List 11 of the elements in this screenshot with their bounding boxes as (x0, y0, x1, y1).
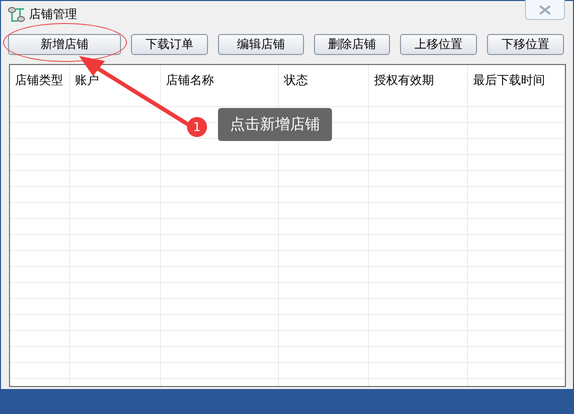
close-icon (539, 4, 551, 14)
toolbar-button[interactable]: 下载订单 (131, 34, 208, 54)
app-icon (8, 6, 26, 24)
window-title: 店铺管理 (29, 6, 77, 23)
close-button[interactable] (525, 0, 565, 20)
toolbar-button[interactable]: 编辑店铺 (218, 34, 304, 54)
toolbar-button[interactable]: 上移位置 (400, 34, 477, 54)
toolbar-button[interactable]: 下移位置 (487, 34, 564, 54)
toolbar-button[interactable]: 新增店铺 (8, 34, 121, 54)
callout-tooltip: 点击新增店铺 (218, 108, 332, 141)
toolbar-button[interactable]: 删除店铺 (314, 34, 390, 54)
